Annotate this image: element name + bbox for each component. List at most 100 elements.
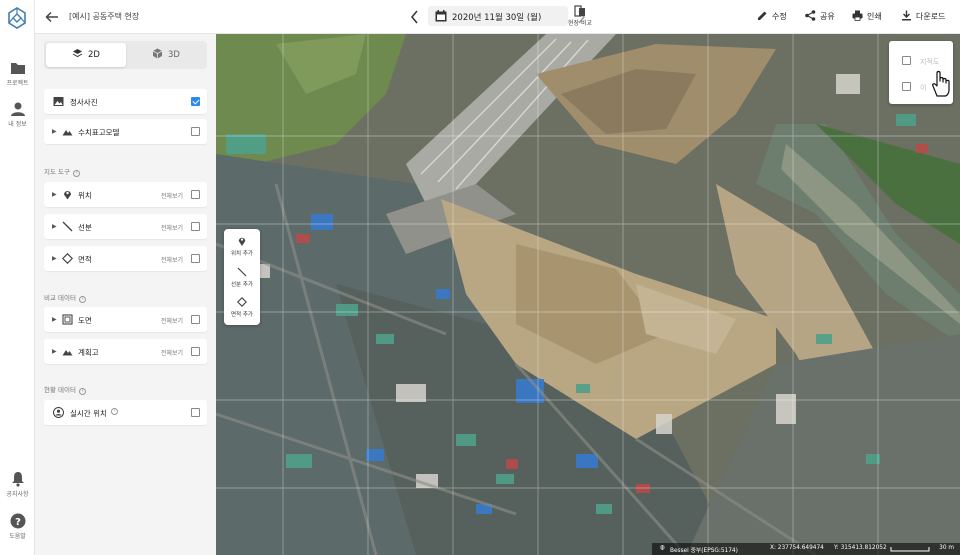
section-map-tools: 지도 도구? [44,166,80,177]
tool-line-label: 선분 [78,223,92,232]
layers-icon [72,49,83,58]
rail-notices-label: 공지사항 [6,491,29,498]
help-icon[interactable]: ? [73,170,80,177]
share-label: 공유 [820,12,835,21]
section-compare-data: 비교 데이터? [44,292,86,303]
x-coordinate: X: 237754.649474 [770,545,824,551]
expand-caret-icon[interactable]: ▶ [52,255,57,262]
help-icon[interactable]: ? [78,296,86,303]
add-area-button[interactable]: 면적 추가 [224,297,260,318]
compare-plan-height-label: 계획고 [78,348,99,357]
tab-2d-label: 2D [88,50,100,60]
compare-site-button[interactable]: 현장 비교 [561,5,599,27]
help-icon: ? [10,513,25,529]
expand-caret-icon[interactable]: ▶ [52,191,57,198]
previous-date-button[interactable] [408,8,422,26]
map-status-bar: ◍ Bessel 중부(EPSG:5174) X: 237754.649474 … [652,543,960,555]
download-label: 다운로드 [916,12,946,21]
add-line-button[interactable]: 선분 추가 [224,267,260,288]
tab-3d[interactable]: 3D [126,43,206,67]
compare-plan-height-checkbox[interactable] [191,347,200,356]
draw-toolbar: 위치 추가 선분 추가 면적 추가 [224,229,260,325]
help-icon[interactable]: ? [78,388,86,395]
compare-plan-height[interactable]: ▶ 계획고 전체보기 [44,339,207,364]
tab-2d[interactable]: 2D [46,43,126,67]
download-button[interactable]: 다운로드 [901,10,945,24]
terrain-icon [62,130,73,136]
basemap-other-label: 이 [920,84,927,92]
top-bar: [예시] 공동주택 현장 2020년 11월 30일 (월) 현장 비교 수정 … [35,0,960,34]
compare-drawing-label: 도면 [78,316,92,325]
site-realtime-location-label: 실시간 위치 [70,409,107,418]
section-map-tools-title: 지도 도구 [44,168,70,176]
tool-location[interactable]: ▶ 위치 전체보기 [44,182,207,207]
basemap-cadastral[interactable]: 지적도 [902,55,950,67]
layer-orthophoto-checkbox[interactable] [191,97,200,106]
compare-icon [574,5,585,17]
tab-3d-label: 3D [168,50,180,60]
add-line-label: 선분 추가 [231,282,253,288]
rail-my-info[interactable]: 내 정보 [0,101,35,128]
cube-icon [152,48,163,59]
user-icon [10,102,25,116]
share-button[interactable]: 공유 [805,10,835,24]
add-location-button[interactable]: 위치 추가 [224,236,260,257]
help-icon[interactable]: ? [111,408,118,415]
hand-cursor-icon [932,70,950,97]
calendar-icon [435,10,447,22]
tool-line-view-all[interactable]: 전체보기 [161,223,183,232]
section-compare-data-title: 비교 데이터 [44,294,76,302]
person-pin-icon [53,407,64,418]
tool-location-view-all[interactable]: 전체보기 [161,191,183,200]
folder-icon [10,63,25,74]
basemap-other-checkbox[interactable] [902,82,911,91]
layer-orthophoto-label: 정사사진 [70,98,98,107]
site-realtime-location-checkbox[interactable] [191,408,200,417]
expand-caret-icon[interactable]: ▶ [52,348,57,355]
svg-text:?: ? [15,517,21,528]
current-date: 2020년 11월 30일 (월) [452,13,542,23]
tool-line-checkbox[interactable] [191,222,200,231]
section-site-data-title: 현황 데이터 [44,386,76,394]
date-selector[interactable]: 2020년 11월 30일 (월) [428,6,568,26]
layer-dem[interactable]: ▶ 수치표고모델 [44,119,207,144]
add-area-label: 면적 추가 [231,312,253,318]
edit-button[interactable]: 수정 [757,10,787,24]
rail-help-label: 도움말 [9,533,26,540]
compare-plan-height-view-all[interactable]: 전체보기 [161,348,183,357]
compare-drawing-checkbox[interactable] [191,315,200,324]
left-rail: 프로젝트 내 정보 공지사항 ? 도움말 [0,0,35,555]
tool-area-label: 면적 [78,255,92,264]
back-arrow-icon[interactable] [43,8,61,26]
polygon-icon [62,253,73,264]
expand-caret-icon[interactable]: ▶ [52,223,57,230]
pencil-icon [758,11,767,20]
edit-label: 수정 [772,12,787,21]
compare-site-label: 현장 비교 [568,20,592,27]
site-realtime-location[interactable]: 실시간 위치 ? [44,400,207,425]
tool-area-view-all[interactable]: 전체보기 [161,255,183,264]
tool-area[interactable]: ▶ 면적 전체보기 [44,246,207,271]
expand-caret-icon[interactable]: ▶ [52,316,57,323]
compare-drawing[interactable]: ▶ 도면 전체보기 [44,307,207,332]
basemap-cadastral-checkbox[interactable] [902,56,911,65]
page-title: [예시] 공동주택 현장 [69,12,140,21]
app-logo[interactable] [6,7,28,29]
compare-drawing-view-all[interactable]: 전체보기 [161,316,183,325]
view-mode-toggle: 2D 3D [44,41,207,69]
tool-location-checkbox[interactable] [191,190,200,199]
rail-help[interactable]: ? 도움말 [0,513,35,540]
drawing-icon [62,314,73,325]
tool-area-checkbox[interactable] [191,254,200,263]
map-view[interactable]: 위치 추가 선분 추가 면적 추가 지적도 이 ◍ Bessel 중부(EPSG… [216,34,960,555]
layer-orthophoto[interactable]: 정사사진 [44,89,207,114]
y-coordinate: Y: 315413.812052 [834,545,887,551]
rail-notices[interactable]: 공지사항 [0,471,35,498]
print-button[interactable]: 인쇄 [852,10,882,24]
scale-label: 30 m [939,545,954,551]
layer-dem-checkbox[interactable] [191,127,200,136]
tool-line[interactable]: ▶ 선분 전체보기 [44,214,207,239]
expand-caret-icon[interactable]: ▶ [52,128,57,135]
image-icon [53,97,64,106]
rail-projects[interactable]: 프로젝트 [0,60,35,87]
